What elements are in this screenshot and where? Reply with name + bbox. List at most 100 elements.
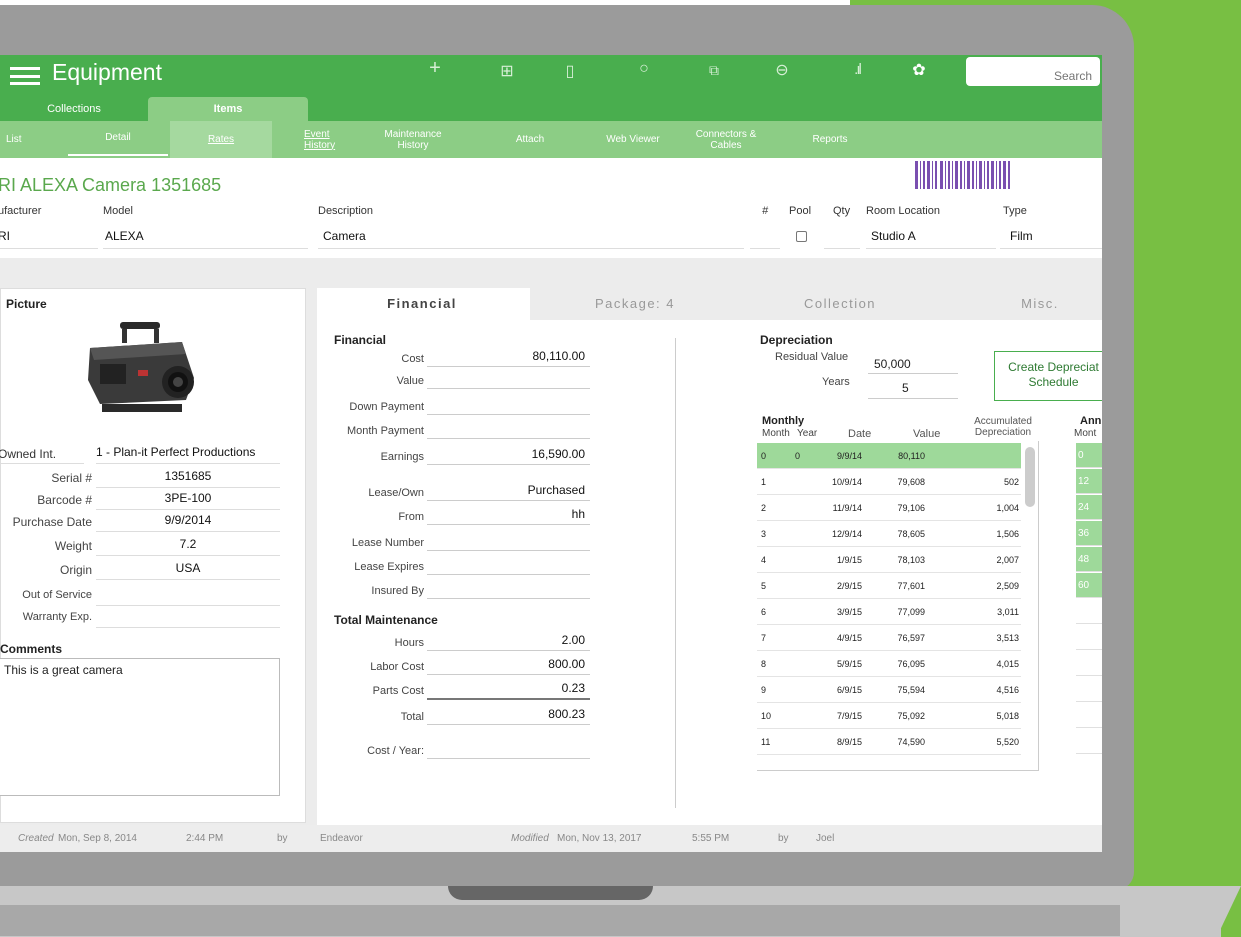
chart-icon[interactable]: .ıl [840,61,874,78]
divider [868,398,958,399]
trash-icon[interactable]: ▯ [553,61,587,81]
annual-month: 24 [1078,502,1090,513]
tab-financial[interactable]: Financial [317,288,527,320]
minus-icon[interactable]: ⊖ [765,60,799,80]
divider [96,555,280,556]
tab-connectors-cables[interactable]: Connectors & Cables [686,121,766,158]
field-value-4[interactable]: 7.2 [96,537,280,551]
annual-row [1076,677,1102,702]
field-room-location[interactable]: Studio A [871,229,916,243]
row-accumulated: 5,018 [996,711,1019,721]
divider [427,464,590,465]
maintenance-value-0[interactable]: 2.00 [427,633,585,647]
field-description[interactable]: Camera [323,229,366,243]
add-record-icon[interactable]: ⊞ [490,61,524,81]
financial-heading: Financial [334,333,387,347]
tab-misc[interactable]: Misc. [940,288,1102,320]
years-field[interactable]: 5 [902,381,909,395]
field-value-1[interactable]: 1351685 [96,469,280,483]
row-month: 9 [761,685,767,695]
residual-field[interactable]: 50,000 [874,357,911,371]
table-scrollbar[interactable] [1025,447,1035,507]
financial-value-4[interactable]: 16,590.00 [427,447,585,461]
field-label-7: Warranty Exp. [22,611,92,623]
tab-collections[interactable]: Collections [0,97,148,121]
divider [427,414,590,415]
row-value: 80,110 [898,451,925,461]
laptop-notch [448,886,653,900]
field-model[interactable]: ALEXA [105,229,144,243]
search-input[interactable] [966,57,1100,86]
maintenance-label-0: Hours [394,637,424,649]
tab-reports[interactable]: Reports [800,121,860,158]
row-accumulated: 1,506 [996,529,1019,539]
tab-collection[interactable]: Collection [740,288,940,320]
field-value-5[interactable]: USA [96,561,280,575]
annual-month: 48 [1078,554,1090,565]
divider [427,500,590,501]
financial-label-4: Earnings [380,451,424,463]
row-accumulated: 5,520 [996,737,1019,747]
divider [427,724,590,725]
financial-label-1: Value [396,375,424,387]
divider [824,248,860,249]
tab-items[interactable]: Items [148,97,308,121]
tab-detail[interactable]: Detail [68,121,168,156]
field-label-2: Barcode # [37,493,92,507]
label-number: # [762,205,769,217]
col-accumulated: Accumulated Depreciation [974,416,1032,438]
financial-value-0[interactable]: 80,110.00 [427,349,586,363]
pool-checkbox[interactable] [796,231,807,242]
divider [96,627,280,628]
create-depreciation-schedule-button[interactable]: Create Depreciat Schedule [994,351,1102,401]
divider [0,248,98,249]
tab-package[interactable]: Package: 4 [530,288,740,320]
comments-textarea[interactable]: This is a great camera [0,658,280,796]
divider [427,674,590,675]
tab-maintenance-history[interactable]: Maintenance History [368,121,458,158]
row-value: 79,608 [897,477,925,487]
field-value-2[interactable]: 3PE-100 [96,491,280,505]
owned-value[interactable]: 1 - Plan-it Perfect Productions [96,445,255,459]
record-title: RI ALEXA Camera 1351685 [0,175,222,195]
camera-image[interactable] [82,320,212,430]
hamburger-menu-icon[interactable] [10,65,40,87]
row-value: 74,590 [897,737,925,747]
divider [427,758,590,759]
row-value: 75,594 [897,685,925,695]
field-manufacturer[interactable]: RI [0,229,10,243]
tab-attach[interactable]: Attach [500,121,560,158]
divider [427,598,590,599]
row-date: 10/9/14 [831,477,862,487]
duplicate-icon[interactable]: ⧉ [697,62,731,79]
financial-value-6[interactable]: hh [427,507,585,521]
tab-event-history[interactable]: Event History [298,121,348,158]
search-icon[interactable]: ○ [627,60,661,78]
field-value-3[interactable]: 9/9/2014 [96,513,280,527]
years-label: Years [822,376,850,388]
field-type[interactable]: Film [1010,229,1033,243]
tab-list[interactable]: List [0,121,40,158]
depreciation-row: 11 8/9/15 74,590 5,520 [757,729,1021,754]
maintenance-value-1[interactable]: 800.00 [427,657,585,671]
row-date: 11/9/14 [832,503,862,513]
annual-row: 0 [1076,443,1102,468]
maintenance-value-3[interactable]: 800.23 [427,707,585,721]
gear-icon[interactable]: ✿ [902,60,936,80]
annual-row [1076,599,1102,624]
owned-label: Owned Int. [0,447,57,461]
divider [96,487,280,488]
tab-web-viewer[interactable]: Web Viewer [588,121,678,158]
annual-month: 0 [1078,450,1084,461]
row-month: 4 [761,555,767,565]
depreciation-row: 3 12/9/14 78,605 1,506 [757,521,1021,546]
maintenance-label-1: Labor Cost [370,661,424,673]
created-time: 2:44 PM [186,833,224,844]
tab-rates[interactable]: Rates [170,121,272,158]
financial-value-5[interactable]: Purchased [427,483,585,497]
row-month: 1 [761,477,767,487]
plus-icon[interactable]: + [418,57,452,80]
maintenance-value-2[interactable]: 0.23 [427,681,585,695]
divider [96,605,280,606]
depreciation-row: 0 0 9/9/14 80,110 [757,443,1021,468]
